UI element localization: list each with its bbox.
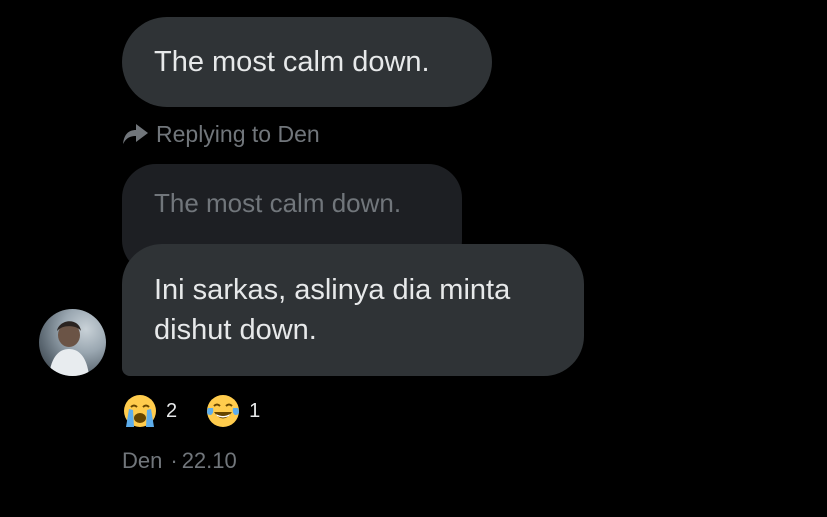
meta-separator: · [170, 448, 178, 473]
message-meta: Den · 22.10 [122, 448, 237, 474]
sender-name: Den [122, 448, 163, 473]
reply-label: Replying to Den [156, 120, 320, 147]
reaction-count: 1 [249, 399, 261, 422]
avatar[interactable] [39, 309, 106, 376]
dm-conversation: The most calm down. Replying to Den The … [0, 0, 827, 517]
loudly-crying-face-icon [124, 395, 156, 427]
reactions-row: 2 1 [122, 393, 288, 429]
reaction-laughing[interactable]: 1 [205, 393, 260, 429]
message-text: The most calm down. [154, 46, 430, 78]
message-bubble-previous[interactable]: The most calm down. [122, 17, 492, 107]
reply-arrow-icon [123, 124, 148, 144]
face-with-tears-of-joy-icon [207, 395, 240, 427]
avatar-person-icon [49, 321, 89, 376]
reaction-count: 2 [166, 399, 178, 422]
message-bubble-reply[interactable]: Ini sarkas, aslinya dia minta dishut dow… [122, 244, 584, 376]
message-timestamp: 22.10 [181, 448, 237, 473]
replying-to-indicator: Replying to Den [122, 118, 320, 150]
quoted-text: The most calm down. [154, 188, 402, 218]
message-text: Ini sarkas, aslinya dia minta dishut dow… [154, 274, 511, 346]
reaction-crying[interactable]: 2 [122, 393, 177, 429]
